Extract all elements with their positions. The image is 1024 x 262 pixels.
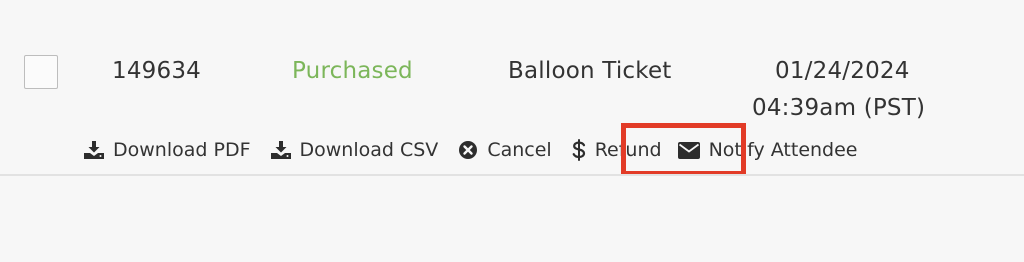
refund-label: Refund [594,139,662,161]
dollar-icon [572,139,595,161]
row-actions: Download PDF Download CSV Cancel Refund … [84,134,878,166]
purchase-date: 01/24/2024 [775,58,910,84]
purchase-time: 04:39am (PST) [752,95,926,121]
order-row: 149634 Purchased Balloon Ticket 01/24/20… [0,0,1024,262]
download-csv-label: Download CSV [299,139,439,161]
download-icon [84,141,113,159]
cancel-label: Cancel [487,139,552,161]
notify-attendee-label: Notify Attendee [708,139,858,161]
download-icon [270,141,300,159]
refund-button[interactable]: Refund [572,139,662,161]
notify-attendee-button[interactable]: Notify Attendee [677,139,858,161]
item-name: Balloon Ticket [508,58,672,84]
row-divider [0,174,1024,176]
status-text: Purchased [292,58,413,84]
download-pdf-button[interactable]: Download PDF [84,139,251,161]
download-csv-button[interactable]: Download CSV [270,139,439,161]
download-pdf-label: Download PDF [113,139,251,161]
cancel-button[interactable]: Cancel [458,139,552,161]
close-circle-icon [458,140,487,160]
order-id: 149634 [112,58,201,84]
envelope-icon [677,141,709,159]
row-checkbox[interactable] [24,55,58,89]
